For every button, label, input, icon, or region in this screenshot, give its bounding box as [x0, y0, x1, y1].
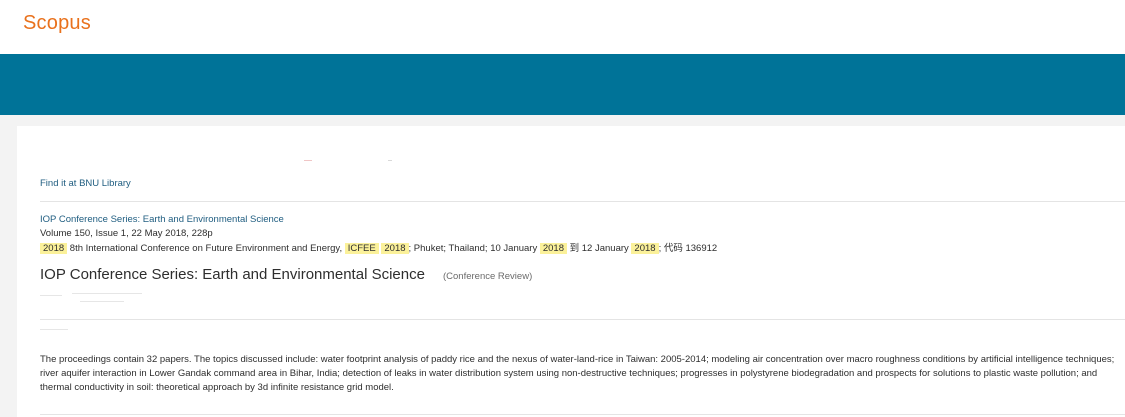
search-term-highlight: ICFEE [344, 243, 379, 254]
find-at-library-link[interactable]: Find it at BNU Library [40, 178, 131, 189]
faint-placeholder [80, 301, 124, 302]
conference-name: 8th International Conference on Future E… [69, 243, 343, 254]
conference-end-date: 到 12 January [569, 243, 629, 254]
divider [40, 201, 1125, 202]
faint-decoration [304, 160, 312, 161]
faint-placeholder [40, 295, 62, 296]
document-type: (Conference Review) [443, 271, 533, 282]
top-header: Scopus [0, 0, 1125, 54]
conference-info: 2018 8th International Conference on Fut… [40, 242, 717, 255]
volume-info: Volume 150, Issue 1, 22 May 2018, 228p [40, 228, 213, 239]
divider [40, 414, 1125, 415]
faint-placeholder [72, 293, 142, 294]
abstract-text: The proceedings contain 32 papers. The t… [40, 354, 1115, 393]
search-term-highlight: 2018 [381, 243, 409, 254]
source-title-link[interactable]: IOP Conference Series: Earth and Environ… [40, 214, 284, 225]
conference-location: ; Phuket; Thailand; 10 January [408, 243, 538, 254]
search-term-highlight: 2018 [40, 243, 68, 254]
conference-code: ; 代码 136912 [658, 243, 718, 254]
search-term-highlight: 2018 [631, 243, 659, 254]
faint-placeholder [40, 329, 68, 330]
divider [40, 319, 1125, 320]
document-title: IOP Conference Series: Earth and Environ… [40, 266, 425, 283]
document-banner [0, 54, 1125, 115]
search-term-highlight: 2018 [539, 243, 567, 254]
scopus-logo-link[interactable]: Scopus [23, 12, 91, 35]
faint-decoration [388, 160, 392, 161]
